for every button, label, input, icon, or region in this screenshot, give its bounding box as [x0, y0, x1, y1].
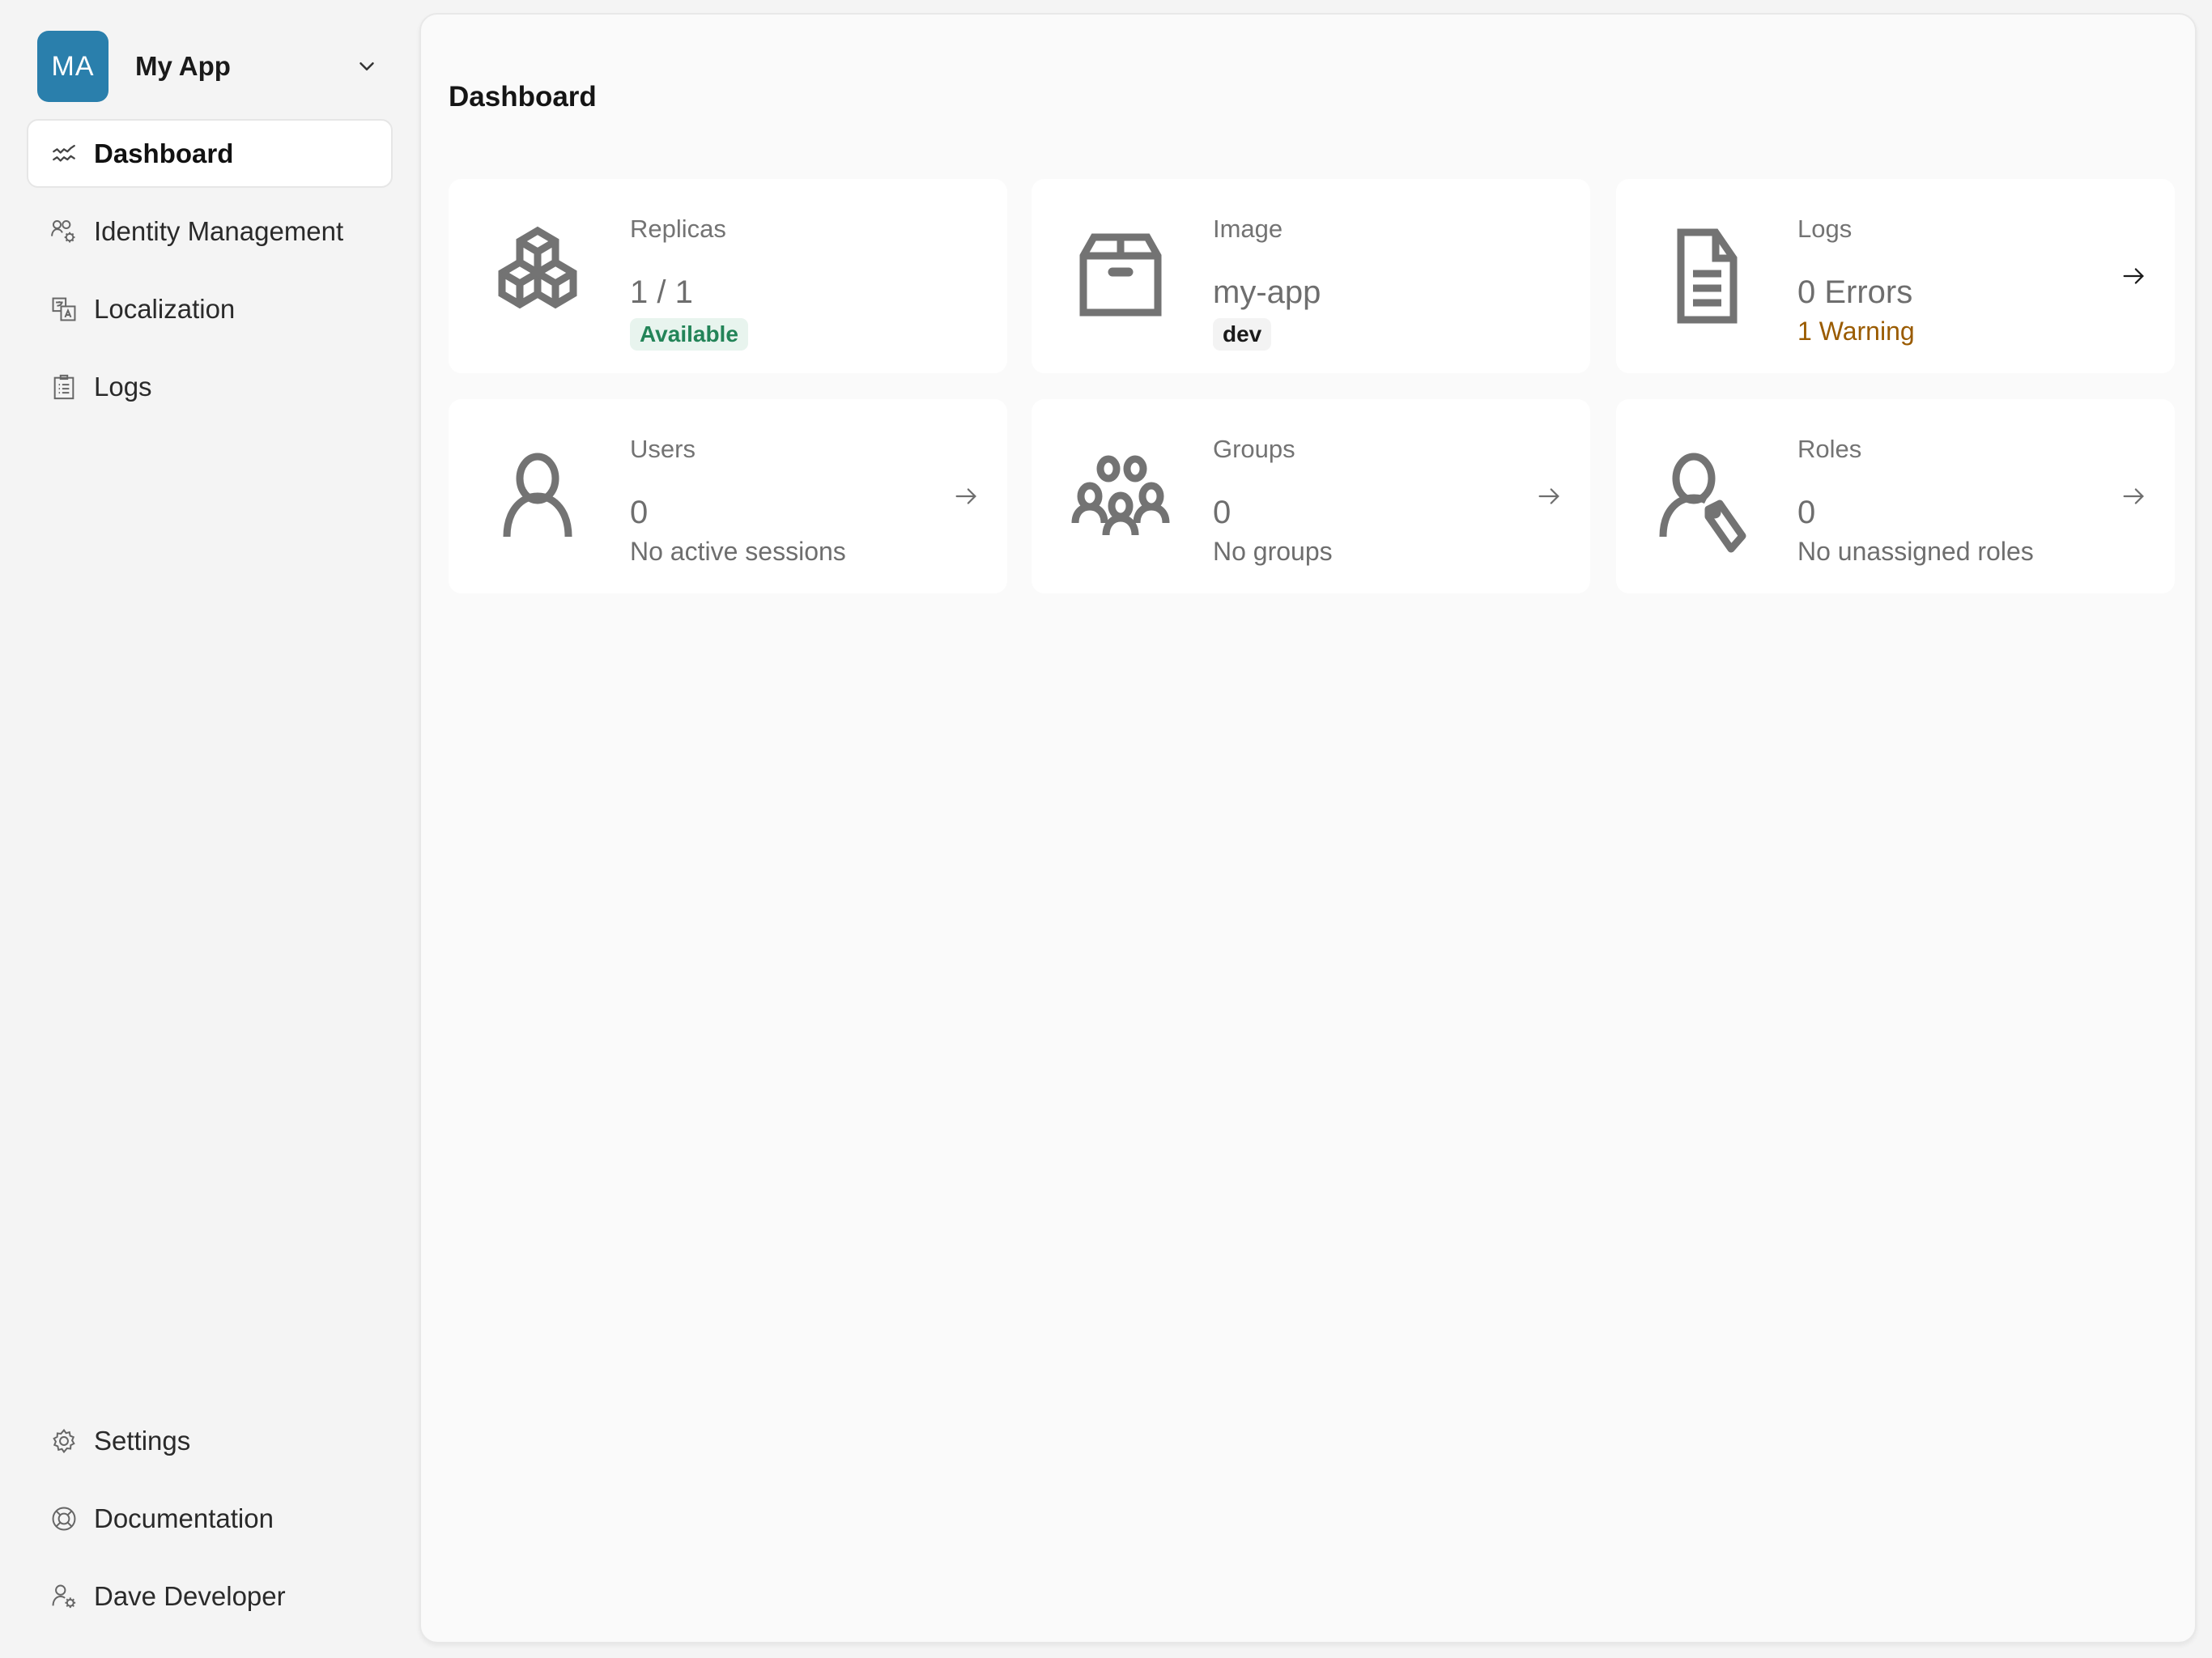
sidebar-item-label: Identity Management — [94, 215, 344, 246]
arrow-right-icon[interactable] — [952, 483, 980, 510]
sidebar-item-label: Logs — [94, 371, 152, 402]
chevron-down-icon — [359, 62, 374, 70]
sidebar-item-identity-management[interactable]: Identity Management — [27, 197, 393, 266]
clipboard-list-icon — [53, 374, 74, 399]
errors-value: 0 Errors — [1797, 274, 1913, 310]
groups-card[interactable]: Groups 0 No groups — [1032, 399, 1590, 593]
app-name: My App — [135, 51, 231, 81]
card-label: Roles — [1797, 435, 1862, 463]
roles-value: 0 — [1797, 495, 1816, 530]
sidebar-item-documentation[interactable]: Documentation — [27, 1484, 393, 1553]
activity-icon — [53, 144, 75, 162]
cubes-icon — [498, 226, 577, 309]
page-title: Dashboard — [449, 81, 597, 113]
main-panel: Dashboard Replicas 1 / 1 Available Image… — [419, 13, 2197, 1643]
sessions-text: No active sessions — [630, 537, 846, 566]
warnings-text: 1 Warning — [1797, 317, 1915, 346]
sidebar-item-settings[interactable]: Settings — [27, 1406, 393, 1475]
sidebar-item-label: Settings — [94, 1425, 191, 1456]
arrow-right-icon[interactable] — [1535, 483, 1563, 510]
roles-text: No unassigned roles — [1797, 537, 2034, 566]
sidebar-item-logs[interactable]: Logs — [27, 352, 393, 421]
sidebar-item-user-profile[interactable]: Dave Developer — [27, 1562, 393, 1630]
user-icon — [503, 453, 572, 538]
roles-card[interactable]: Roles 0 No unassigned roles — [1616, 399, 2175, 593]
user-tag-icon — [1659, 453, 1746, 553]
lifebuoy-icon — [52, 1507, 76, 1530]
document-icon — [1677, 228, 1738, 324]
card-label: Image — [1213, 215, 1283, 243]
users-card[interactable]: Users 0 No active sessions — [449, 399, 1007, 593]
translate-icon — [52, 297, 76, 321]
app-avatar: MA — [37, 31, 108, 102]
arrow-right-icon[interactable] — [2120, 483, 2147, 510]
card-label: Groups — [1213, 435, 1295, 463]
sidebar-item-label: Documentation — [94, 1503, 274, 1533]
tag-badge: dev — [1213, 318, 1272, 351]
card-label: Users — [630, 435, 696, 463]
box-icon — [1079, 233, 1162, 317]
sidebar: MA My App Dashboard Identity Management … — [0, 0, 415, 1658]
users-value: 0 — [630, 495, 649, 530]
app-switcher[interactable]: MA My App — [37, 31, 385, 102]
group-icon — [1071, 455, 1170, 536]
replicas-value: 1 / 1 — [630, 274, 693, 310]
users-gear-icon — [51, 219, 75, 242]
arrow-right-icon[interactable] — [2120, 262, 2147, 290]
image-card: Image my-app dev — [1032, 179, 1590, 373]
status-badge: Available — [630, 318, 748, 351]
user-gear-icon — [52, 1584, 76, 1608]
groups-text: No groups — [1213, 537, 1333, 566]
card-label: Logs — [1797, 215, 1853, 243]
sidebar-item-label: Dave Developer — [94, 1580, 286, 1611]
logs-card[interactable]: Logs 0 Errors 1 Warning — [1616, 179, 2175, 373]
sidebar-item-dashboard[interactable]: Dashboard — [27, 119, 393, 188]
gear-icon — [53, 1428, 75, 1453]
sidebar-item-label: Dashboard — [94, 138, 234, 168]
sidebar-item-localization[interactable]: Localization — [27, 274, 393, 343]
groups-value: 0 — [1213, 495, 1231, 530]
replicas-card: Replicas 1 / 1 Available — [449, 179, 1007, 373]
image-value: my-app — [1213, 274, 1321, 310]
sidebar-item-label: Localization — [94, 293, 236, 324]
card-label: Replicas — [630, 215, 726, 243]
